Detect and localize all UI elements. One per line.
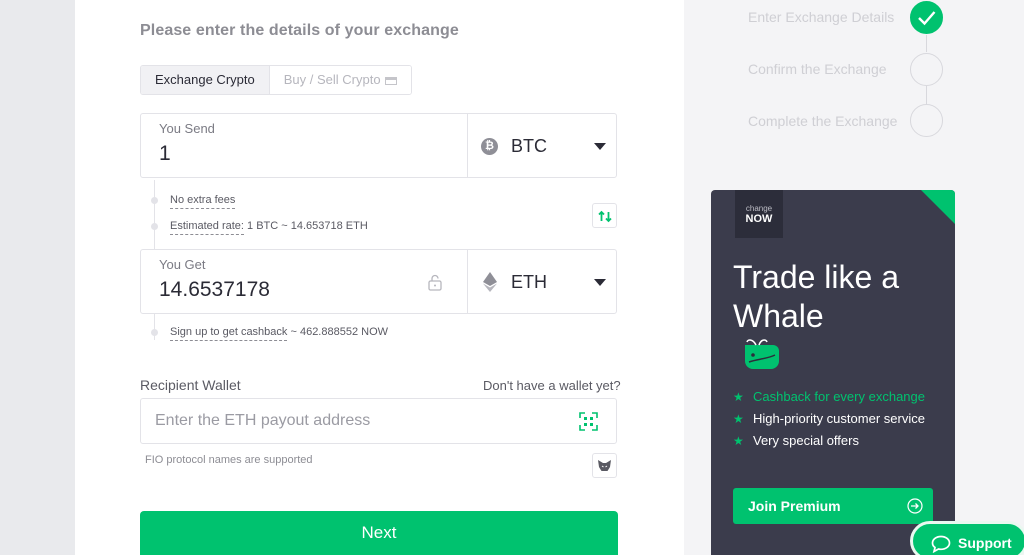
promo-title: Trade like a Whale xyxy=(733,259,899,334)
no-wallet-link[interactable]: Don't have a wallet yet? xyxy=(483,378,621,393)
unlock-icon[interactable] xyxy=(428,274,442,291)
benefit-item: ★ Very special offers xyxy=(733,432,925,454)
recipient-wallet-label: Recipient Wallet xyxy=(140,377,241,393)
step-complete-label: Complete the Exchange xyxy=(748,113,898,129)
logo-line-2: NOW xyxy=(745,213,773,225)
swap-currencies-button[interactable] xyxy=(592,203,617,228)
info-dot xyxy=(151,223,158,230)
tab-buy-sell-crypto[interactable]: Buy / Sell Crypto xyxy=(268,66,411,94)
benefit-label: Very special offers xyxy=(753,433,859,448)
get-amount-box: You Get 14.6537178 ETH xyxy=(140,249,617,314)
join-premium-button[interactable]: Join Premium xyxy=(733,488,933,524)
send-currency-select[interactable]: ₿ BTC xyxy=(467,114,617,177)
step-enter-details-label: Enter Exchange Details xyxy=(748,9,895,25)
no-extra-fees-link[interactable]: No extra fees xyxy=(170,194,236,209)
get-amount-value: 14.6537178 xyxy=(159,278,270,301)
recipient-address-input[interactable] xyxy=(140,398,617,444)
premium-benefits-list: ★ Cashback for every exchange ★ High-prior… xyxy=(733,388,925,454)
page-title: Please enter the details of your exchang… xyxy=(140,22,459,39)
cashback-signup-link[interactable]: Sign up to get cashback xyxy=(170,326,288,341)
credit-card-icon xyxy=(384,76,397,85)
send-amount-box: You Send 1 ₿ BTC xyxy=(140,113,617,178)
fio-protocol-note: FIO protocol names are supported xyxy=(145,454,313,466)
get-currency-select[interactable]: ETH xyxy=(467,250,617,313)
get-amount-field[interactable]: You Get 14.6537178 xyxy=(141,250,467,313)
chat-bubble-icon xyxy=(931,535,951,553)
bitcoin-icon: ₿ xyxy=(481,138,498,155)
star-icon: ★ xyxy=(733,390,744,404)
swap-arrows-icon xyxy=(598,210,612,223)
get-currency-code: ETH xyxy=(511,272,547,292)
step-pending-circle xyxy=(910,53,943,86)
ethereum-icon xyxy=(483,272,497,292)
premium-promo-banner: change NOW Trade like a Whale ★ Cashback … xyxy=(711,190,955,555)
whale-icon xyxy=(745,339,779,369)
benefit-label: High-priority customer service xyxy=(753,411,925,426)
check-icon xyxy=(918,11,936,26)
info-dot xyxy=(151,197,158,204)
chevron-down-icon xyxy=(594,143,606,150)
qr-scan-icon[interactable] xyxy=(579,412,598,431)
tab-buy-sell-label: Buy / Sell Crypto xyxy=(283,72,381,87)
step-complete-check xyxy=(910,1,943,34)
metamask-button[interactable] xyxy=(592,453,617,478)
sign-in-icon xyxy=(907,498,923,514)
exchange-type-tabs: Exchange Crypto Buy / Sell Crypto xyxy=(140,65,412,95)
benefit-item: ★ Cashback for every exchange xyxy=(733,388,925,410)
promo-corner-fold xyxy=(921,190,955,224)
metamask-fox-icon xyxy=(598,460,611,471)
send-amount-value[interactable]: 1 xyxy=(159,142,171,166)
support-label: Support xyxy=(958,535,1012,551)
step-pending-circle xyxy=(910,104,943,137)
logo-line-1: change xyxy=(745,204,773,213)
estimated-rate: Estimated rate: 1 BTC ~ 14.653718 ETH xyxy=(170,220,368,235)
next-button[interactable]: Next xyxy=(140,511,618,555)
join-premium-label: Join Premium xyxy=(748,498,841,514)
chevron-down-icon xyxy=(594,279,606,286)
send-currency-code: BTC xyxy=(511,136,547,156)
support-button[interactable]: Support xyxy=(910,521,1024,555)
cashback-note: Sign up to get cashback ~ 462.888552 NOW xyxy=(170,326,389,341)
step-connector xyxy=(926,86,927,104)
send-label: You Send xyxy=(159,121,215,136)
benefit-label: Cashback for every exchange xyxy=(753,389,925,404)
info-dot xyxy=(151,329,158,336)
tab-exchange-crypto[interactable]: Exchange Crypto xyxy=(141,66,269,94)
benefit-item: ★ High-priority customer service xyxy=(733,410,925,432)
get-label: You Get xyxy=(159,257,206,272)
cashback-value: ~ 462.888552 NOW xyxy=(287,326,389,338)
star-icon: ★ xyxy=(733,434,744,448)
send-amount-field[interactable]: You Send 1 xyxy=(141,114,467,177)
estimated-rate-value: 1 BTC ~ 14.653718 ETH xyxy=(243,220,368,232)
no-extra-fees-note: No extra fees xyxy=(170,194,236,209)
step-connector xyxy=(926,35,927,52)
estimated-rate-label[interactable]: Estimated rate: xyxy=(170,220,244,235)
step-confirm-label: Confirm the Exchange xyxy=(748,61,887,77)
changenow-logo: change NOW xyxy=(735,190,783,238)
star-icon: ★ xyxy=(733,412,744,426)
